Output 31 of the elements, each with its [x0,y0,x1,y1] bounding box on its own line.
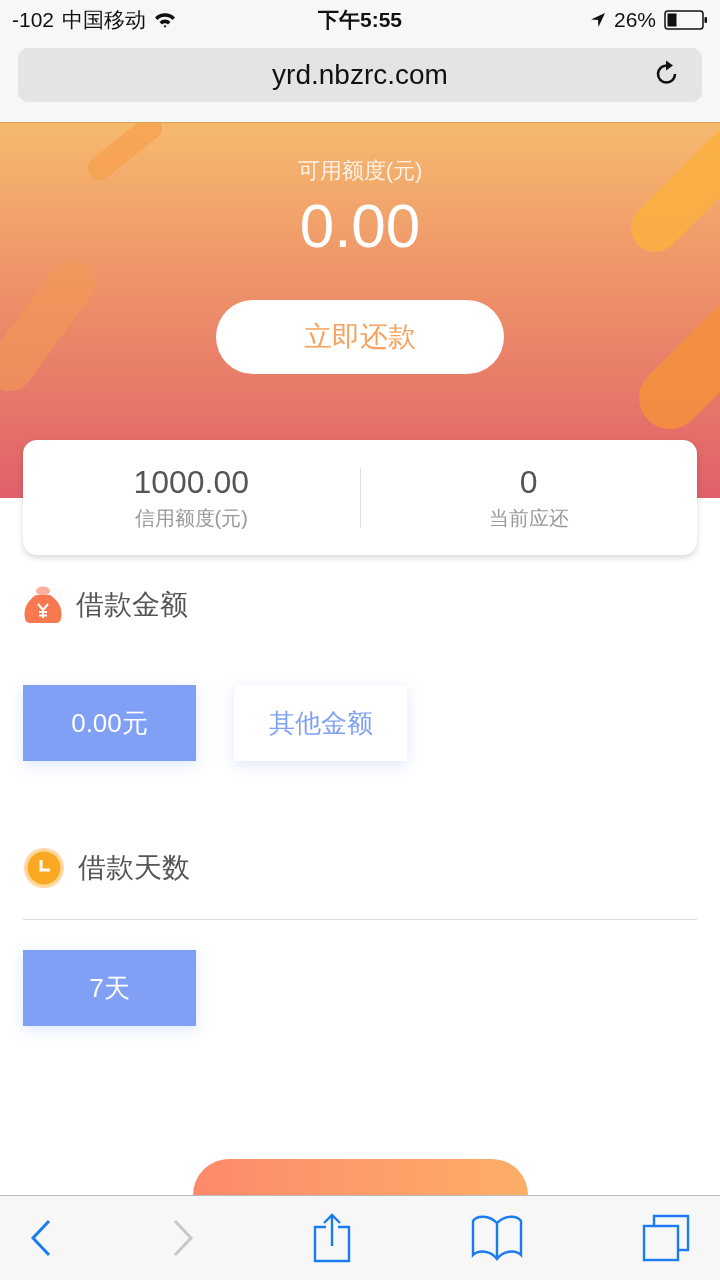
tabs-button[interactable] [642,1214,690,1262]
back-icon [30,1219,52,1257]
days-option[interactable]: 7天 [23,950,196,1026]
signal-strength: -102 [12,8,55,32]
clock-icon [23,847,65,889]
carrier-name: 中国移动 [62,7,147,33]
back-button[interactable] [30,1219,52,1257]
available-credit-label: 可用额度(元) [297,157,423,185]
wifi-icon [154,12,177,28]
tabs-icon [642,1214,690,1262]
amount-option[interactable]: 0.00元 [23,685,196,761]
clock-time: 下午5:55 [318,7,402,33]
location-arrow-icon [589,12,606,28]
book-icon [470,1215,523,1261]
summary-value: 0 [519,463,538,501]
repay-now-button[interactable]: 立即还款 [216,300,504,374]
available-credit-amount: 0.00 [299,190,421,262]
battery-percent: 26% [613,8,656,32]
loan-days-heading: 借款天数 [78,851,190,885]
address-bar[interactable]: yrd.nbzrc.com [18,48,702,102]
battery-icon [664,10,708,30]
share-icon [313,1213,351,1263]
money-bag-icon [23,585,63,625]
share-button[interactable] [313,1213,351,1263]
summary-label: 信用额度(元) [134,505,248,531]
summary-label: 当前应还 [488,505,569,531]
forward-icon [171,1219,194,1257]
bookmarks-button[interactable] [470,1215,523,1261]
loan-amount-heading: 借款金额 [76,588,188,622]
amount-option[interactable]: 其他金额 [234,685,407,761]
summary-value: 1000.00 [133,463,250,501]
